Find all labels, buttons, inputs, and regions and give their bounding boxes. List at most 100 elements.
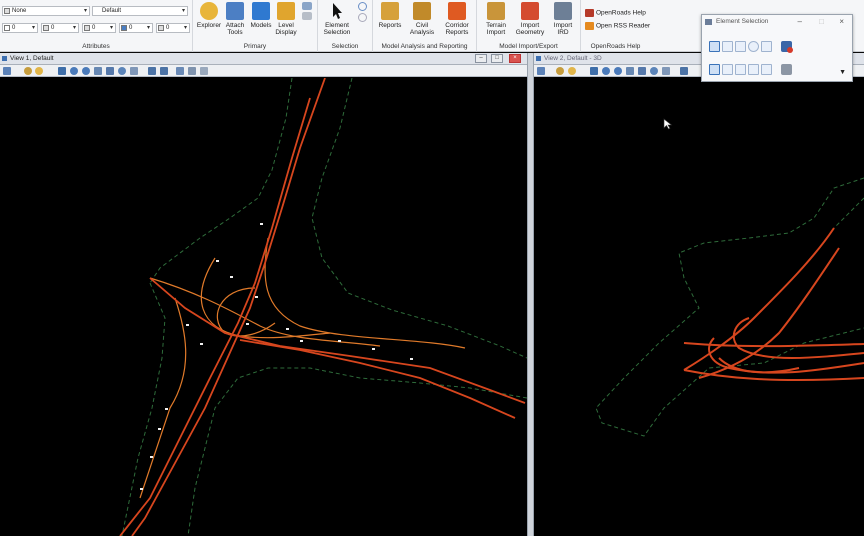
chevron-down-icon: ▾: [72, 25, 76, 31]
view-2-canvas[interactable]: [534, 78, 864, 536]
open-rss-reader-button[interactable]: Open RSS Reader: [585, 22, 650, 30]
color-icon: [4, 25, 10, 31]
window-area-icon[interactable]: [94, 67, 102, 75]
select-all-mode-button[interactable]: [761, 64, 772, 75]
view-2-window: View 2, Default - 3D: [534, 53, 864, 536]
line-method-button[interactable]: [761, 41, 772, 52]
group-label: Attributes: [82, 43, 110, 50]
filter-icon[interactable]: [781, 64, 792, 75]
chevron-down-icon: ▾: [181, 8, 185, 14]
add-mode-button[interactable]: [722, 64, 733, 75]
import-geometry-button[interactable]: Import Geometry: [514, 2, 546, 36]
models-icon: [252, 2, 270, 20]
linestyle-combo[interactable]: 0 ▾: [41, 23, 79, 33]
invert-mode-button[interactable]: [748, 64, 759, 75]
chevron-down-icon: ▾: [146, 25, 150, 31]
explorer-icon: [200, 2, 218, 20]
style-combo[interactable]: Default ▾: [92, 6, 188, 16]
civil-analysis-button[interactable]: Civil Analysis: [407, 2, 437, 36]
new-mode-button[interactable]: [709, 64, 720, 75]
zoom-out-icon[interactable]: [82, 67, 90, 75]
explorer-button[interactable]: Explorer: [196, 2, 222, 29]
brightness-icon[interactable]: [568, 67, 576, 75]
chevron-down-icon: ▾: [109, 25, 113, 31]
view-1-toolbar: [0, 65, 527, 77]
chevron-down-icon: ▾: [31, 25, 35, 31]
terrain-import-button[interactable]: Terrain Import: [481, 2, 511, 36]
element-selection-button[interactable]: Element Selection: [321, 2, 353, 36]
fit-view-icon[interactable]: [106, 67, 114, 75]
selection-tools-button[interactable]: [355, 2, 369, 24]
import-ird-button[interactable]: Import IRD: [550, 2, 576, 36]
fit-view-icon[interactable]: [638, 67, 646, 75]
view-splitter[interactable]: [527, 53, 534, 536]
level-display-icon: [277, 2, 295, 20]
view-1-titlebar[interactable]: View 1, Default – □ ×: [0, 53, 527, 65]
group-label: OpenRoads Help: [590, 43, 641, 50]
zoom-in-icon[interactable]: [70, 67, 78, 75]
pan-view-icon[interactable]: [130, 67, 138, 75]
display-style-icon[interactable]: [556, 67, 564, 75]
update-view-icon[interactable]: [58, 67, 66, 75]
rotate-view-icon[interactable]: [650, 67, 658, 75]
close-icon[interactable]: ×: [839, 15, 844, 29]
brightness-icon[interactable]: [35, 67, 43, 75]
clip-volume-icon[interactable]: [200, 67, 208, 75]
group-label: Model Import/Export: [499, 43, 558, 50]
view-icon: [536, 56, 541, 61]
priority-combo[interactable]: 0 ▾: [156, 23, 190, 33]
level-display-button[interactable]: Level Display: [275, 2, 297, 36]
maximize-button[interactable]: □: [491, 54, 503, 63]
maximize-icon[interactable]: □: [819, 15, 824, 29]
primary-more-button[interactable]: [300, 2, 314, 22]
layers-icon: [302, 2, 312, 10]
models-button[interactable]: Models: [249, 2, 273, 29]
transparency-combo[interactable]: 0 ▾: [119, 23, 153, 33]
openroads-help-button[interactable]: OpenRoads Help: [585, 9, 646, 17]
display-style-icon[interactable]: [24, 67, 32, 75]
color-combo[interactable]: 0 ▾: [2, 23, 38, 33]
shape-method-button[interactable]: [735, 41, 746, 52]
block-method-button[interactable]: [722, 41, 733, 52]
view-1-window: View 1, Default – □ ×: [0, 53, 528, 536]
view-attributes-icon[interactable]: [537, 67, 545, 75]
level-icon: [4, 8, 10, 14]
view-previous-icon[interactable]: [148, 67, 156, 75]
station-labels: [140, 223, 413, 490]
corridor-reports-button[interactable]: Corridor Reports: [440, 2, 474, 36]
mouse-cursor-icon: [663, 118, 673, 130]
view-attributes-icon[interactable]: [3, 67, 11, 75]
group-label: Primary: [243, 43, 267, 50]
minimize-button[interactable]: –: [475, 54, 487, 63]
linestyle-icon: [43, 25, 49, 31]
view-icon: [2, 56, 7, 61]
attach-tools-button[interactable]: Attach Tools: [223, 2, 247, 36]
interchange-drawing-3d: [595, 177, 864, 437]
circle-method-button[interactable]: [748, 41, 759, 52]
individual-method-button[interactable]: [709, 41, 720, 52]
copy-view-icon[interactable]: [176, 67, 184, 75]
close-button[interactable]: ×: [509, 54, 521, 63]
dialog-titlebar[interactable]: Element Selection – □ ×: [702, 15, 852, 29]
select-all-icon: [357, 2, 367, 11]
view-next-icon[interactable]: [160, 67, 168, 75]
update-view-icon[interactable]: [590, 67, 598, 75]
subtract-mode-button[interactable]: [735, 64, 746, 75]
zoom-out-icon[interactable]: [614, 67, 622, 75]
level-combo[interactable]: None ▾: [2, 6, 90, 16]
view-previous-icon[interactable]: [680, 67, 688, 75]
civil-analysis-icon: [413, 2, 431, 20]
minimize-icon[interactable]: –: [798, 15, 802, 29]
chevron-down-icon[interactable]: ▼: [839, 69, 846, 76]
camera-icon[interactable]: [188, 67, 196, 75]
reports-button[interactable]: Reports: [376, 2, 404, 29]
window-area-icon[interactable]: [626, 67, 634, 75]
rotate-view-icon[interactable]: [118, 67, 126, 75]
selection-group: Element Selection Selection: [318, 0, 373, 52]
pan-view-icon[interactable]: [662, 67, 670, 75]
zoom-in-icon[interactable]: [602, 67, 610, 75]
weight-combo[interactable]: 0 ▾: [82, 23, 116, 33]
view-1-canvas[interactable]: [0, 77, 528, 536]
terrain-import-icon: [487, 2, 505, 20]
model-analysis-group: Reports Civil Analysis Corridor Reports …: [373, 0, 477, 52]
